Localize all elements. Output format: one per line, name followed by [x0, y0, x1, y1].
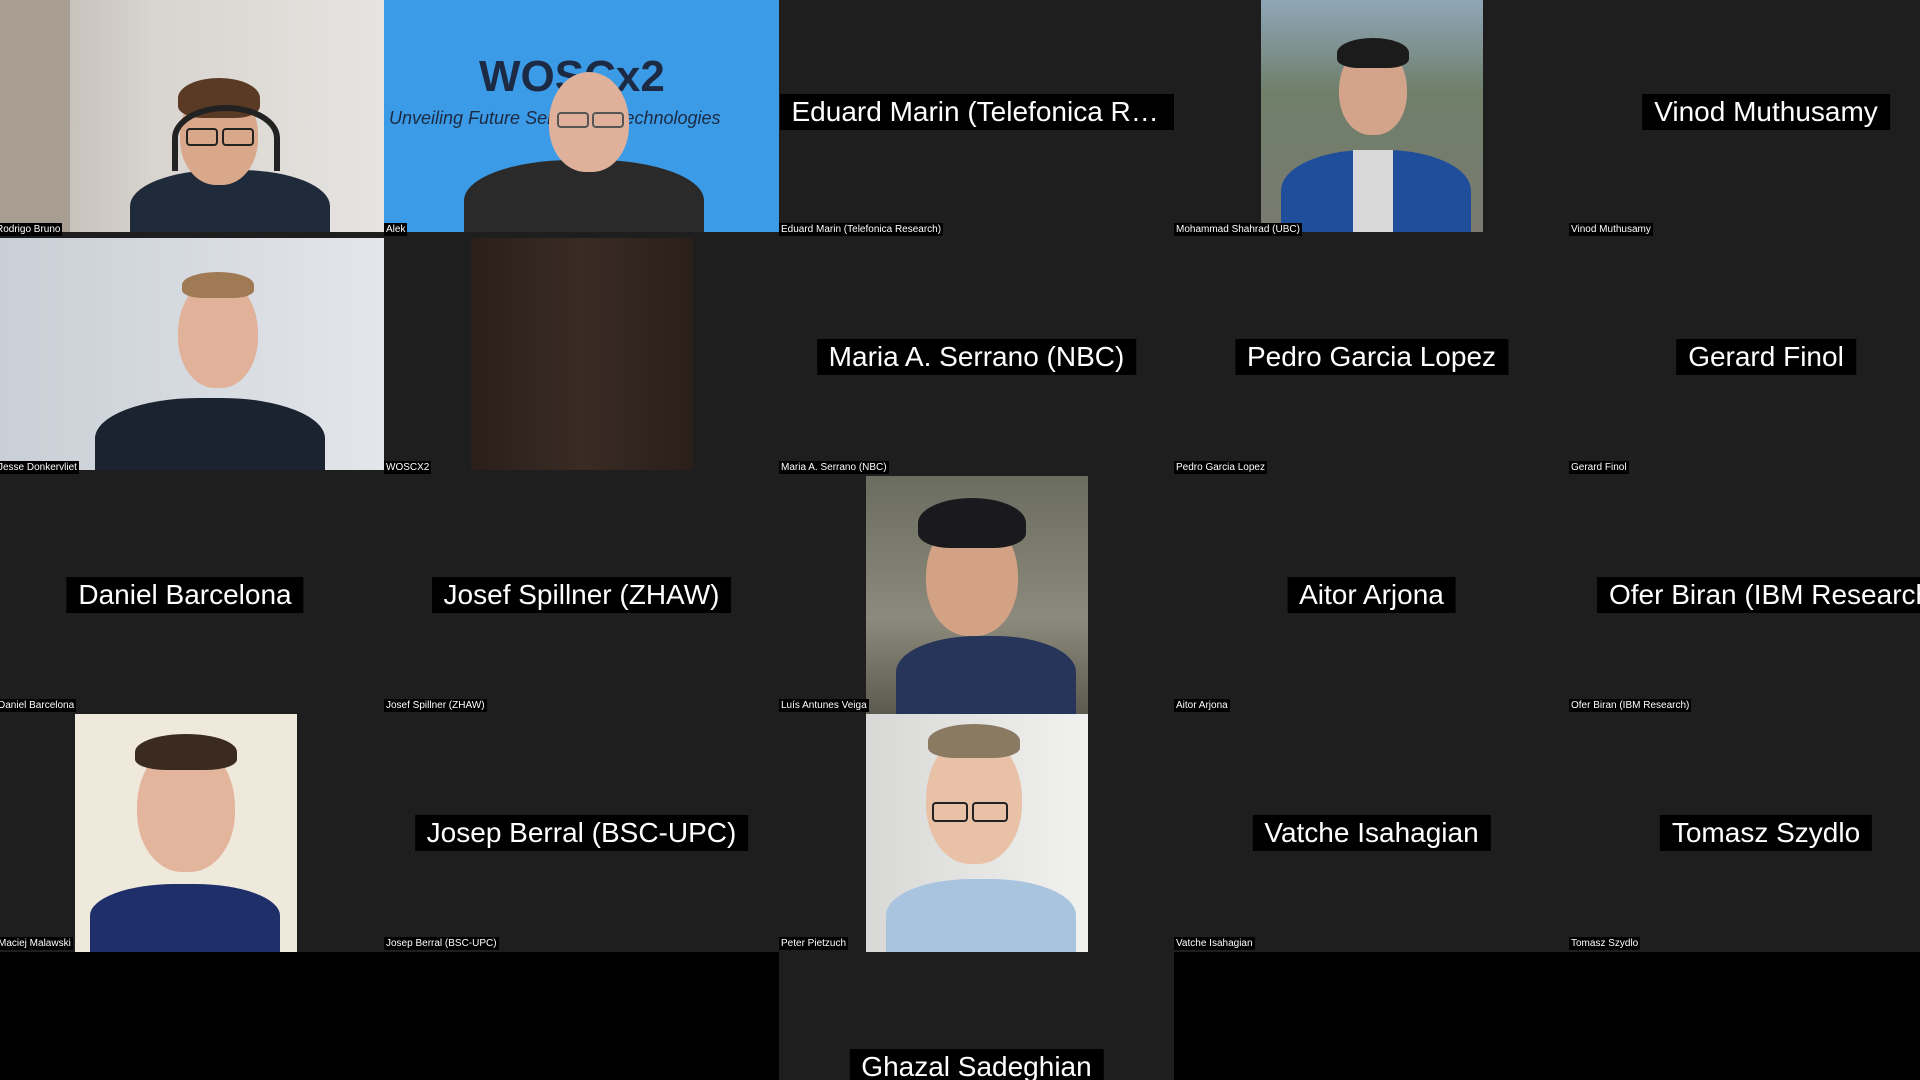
participant-label: Aitor Arjona — [1174, 699, 1230, 712]
video-tile-pedro-garcia-lopez[interactable]: Pedro Garcia Lopez Pedro Garcia Lopez — [1174, 238, 1569, 476]
participant-display-name: Josep Berral (BSC-UPC) — [414, 815, 749, 851]
video-tile-maria-serrano[interactable]: Maria A. Serrano (NBC) Maria A. Serrano … — [779, 238, 1174, 476]
participant-label: Maciej Malawski — [0, 937, 73, 950]
participant-label: Rodrigo Bruno — [0, 223, 63, 236]
participant-label: Alek — [384, 223, 408, 236]
participant-label: Josep Berral (BSC-UPC) — [384, 937, 499, 950]
participant-display-name: Daniel Barcelona — [66, 577, 304, 613]
participant-label: Maria A. Serrano (NBC) — [779, 461, 889, 474]
participant-label: Ofer Biran (IBM Research) — [1569, 699, 1692, 712]
video-tile-alek[interactable]: WOSCx2 Unveiling Future Serverless Techn… — [384, 0, 779, 238]
participant-display-name: Ofer Biran (IBM Research) — [1597, 577, 1920, 613]
video-tile-gerard-finol[interactable]: Gerard Finol Gerard Finol — [1569, 238, 1920, 476]
participant-label: Gerard Finol — [1569, 461, 1629, 474]
participant-label: Luís Antunes Veiga — [779, 699, 869, 712]
video-tile-daniel-barcelona[interactable]: Daniel Barcelona Daniel Barcelona — [0, 476, 395, 714]
video-tile-josef-spillner[interactable]: Josef Spillner (ZHAW) Josef Spillner (ZH… — [384, 476, 779, 714]
participant-photo — [0, 238, 384, 470]
video-tile-tomasz-szydlo[interactable]: Tomasz Szydlo Tomasz Szydlo — [1569, 714, 1920, 952]
video-tile-ofer-biran[interactable]: Ofer Biran (IBM Research) Ofer Biran (IB… — [1569, 476, 1920, 714]
participant-photo — [0, 0, 384, 232]
video-tile-luis-antunes-veiga[interactable]: Luís Antunes Veiga — [779, 476, 1174, 714]
participant-display-name: Aitor Arjona — [1287, 577, 1456, 613]
participant-label: Daniel Barcelona — [0, 699, 77, 712]
video-tile-ghazal-sadeghian[interactable]: Ghazal Sadeghian — [779, 952, 1174, 1080]
participant-photo — [471, 238, 693, 470]
video-tile-mohammad-shahrad[interactable]: Mohammad Shahrad (UBC) — [1174, 0, 1569, 238]
participant-display-name: Ghazal Sadeghian — [849, 1049, 1104, 1080]
participant-photo: WOSCx2 Unveiling Future Serverless Techn… — [384, 0, 779, 232]
participant-label: Tomasz Szydlo — [1569, 937, 1641, 950]
video-tile-rodrigo-bruno[interactable]: Rodrigo Bruno — [0, 0, 395, 238]
participant-label: Josef Spillner (ZHAW) — [384, 699, 487, 712]
video-tile-jesse-donkervliet[interactable]: Jesse Donkervliet — [0, 238, 395, 476]
participant-label: Peter Pietzuch — [779, 937, 849, 950]
participant-label: Vinod Muthusamy — [1569, 223, 1653, 236]
video-tile-vatche-isahagian[interactable]: Vatche Isahagian Vatche Isahagian — [1174, 714, 1569, 952]
participant-display-name: Tomasz Szydlo — [1659, 815, 1873, 851]
participant-photo — [1261, 0, 1483, 232]
participant-display-name: Josef Spillner (ZHAW) — [431, 577, 732, 613]
participant-label: WOSCX2 — [384, 461, 432, 474]
video-tile-peter-pietzuch[interactable]: Peter Pietzuch — [779, 714, 1174, 952]
participant-label: Jesse Donkervliet — [0, 461, 79, 474]
participant-label: Mohammad Shahrad (UBC) — [1174, 223, 1302, 236]
participant-display-name: Eduard Marin (Telefonica Res... — [779, 94, 1174, 130]
video-tile-vinod-muthusamy[interactable]: Vinod Muthusamy Vinod Muthusamy — [1569, 0, 1920, 238]
participant-label: Vatche Isahagian — [1174, 937, 1255, 950]
participant-display-name: Pedro Garcia Lopez — [1234, 339, 1509, 375]
participant-display-name: Vatche Isahagian — [1252, 815, 1491, 851]
video-tile-woscx2[interactable]: WOSCX2 — [384, 238, 779, 476]
participant-display-name: Gerard Finol — [1676, 339, 1856, 375]
video-tile-josep-berral[interactable]: Josep Berral (BSC-UPC) Josep Berral (BSC… — [384, 714, 779, 952]
participant-photo — [75, 714, 297, 952]
participant-photo — [866, 714, 1088, 952]
video-tile-aitor-arjona[interactable]: Aitor Arjona Aitor Arjona — [1174, 476, 1569, 714]
participant-label: Pedro Garcia Lopez — [1174, 461, 1267, 474]
participant-label: Eduard Marin (Telefonica Research) — [779, 223, 944, 236]
participant-display-name: Vinod Muthusamy — [1642, 94, 1890, 130]
participant-display-name: Maria A. Serrano (NBC) — [816, 339, 1137, 375]
video-tile-eduard-marin[interactable]: Eduard Marin (Telefonica Res... Eduard M… — [779, 0, 1174, 238]
participant-photo — [866, 476, 1088, 714]
video-tile-maciej-malawski[interactable]: Maciej Malawski — [0, 714, 395, 952]
